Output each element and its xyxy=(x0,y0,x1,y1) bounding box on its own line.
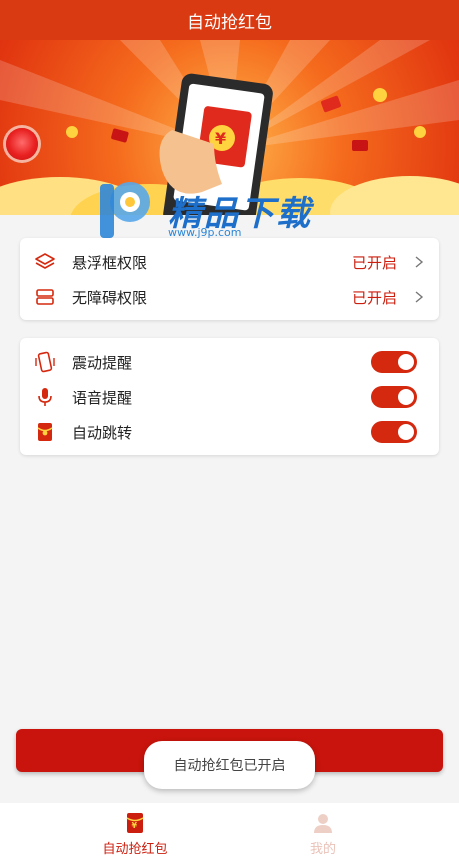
setting-label: 自动跳转 xyxy=(72,423,133,442)
page-title: 自动抢红包 xyxy=(187,12,272,33)
tab-auto-grab[interactable]: ¥ 自动抢红包 xyxy=(55,803,215,859)
watermark-logo-icon xyxy=(100,182,150,238)
permission-label: 悬浮框权限 xyxy=(72,253,148,272)
auto-jump-toggle[interactable] xyxy=(371,421,417,443)
setting-row-vibrate: 震动提醒 xyxy=(20,345,439,379)
floating-ball-icon[interactable] xyxy=(6,128,38,160)
setting-label: 语音提醒 xyxy=(72,388,133,407)
toast-text: 自动抢红包已开启 xyxy=(173,758,286,774)
permission-status: 已开启 xyxy=(351,253,397,272)
voice-toggle[interactable] xyxy=(371,386,417,408)
chevron-right-icon xyxy=(415,291,424,303)
permission-row-accessibility[interactable]: 无障碍权限 已开启 xyxy=(20,280,439,314)
setting-row-voice: 语音提醒 xyxy=(20,380,439,414)
svg-text:¥: ¥ xyxy=(132,821,138,830)
tab-mine[interactable]: 我的 xyxy=(243,803,403,859)
toast-message: 自动抢红包已开启 xyxy=(144,741,315,789)
microphone-icon xyxy=(38,388,52,406)
permission-label: 无障碍权限 xyxy=(72,288,148,307)
vibrate-phone-icon xyxy=(35,351,55,373)
permission-status: 已开启 xyxy=(351,288,397,307)
envelope-symbol: ¥ xyxy=(215,129,226,148)
tab-label: 自动抢红包 xyxy=(102,842,168,857)
accessibility-icon xyxy=(36,289,54,305)
red-envelope-icon: ¥ xyxy=(126,813,144,833)
settings-card: 震动提醒 语音提醒 自动跳转 xyxy=(20,338,439,455)
red-envelope-icon xyxy=(37,423,53,441)
layers-icon xyxy=(35,253,55,269)
chevron-right-icon xyxy=(415,256,424,268)
setting-row-auto-jump: 自动跳转 xyxy=(20,415,439,449)
setting-label: 震动提醒 xyxy=(72,353,133,372)
bottom-tabbar: ¥ 自动抢红包 我的 xyxy=(0,803,459,859)
permission-row-floating-window[interactable]: 悬浮框权限 已开启 xyxy=(20,245,439,279)
permissions-card: 悬浮框权限 已开启 无障碍权限 已开启 xyxy=(20,238,439,320)
user-icon xyxy=(314,814,332,833)
app-header: 自动抢红包 xyxy=(0,0,459,40)
tab-label: 我的 xyxy=(309,842,336,857)
vibrate-toggle[interactable] xyxy=(371,351,417,373)
